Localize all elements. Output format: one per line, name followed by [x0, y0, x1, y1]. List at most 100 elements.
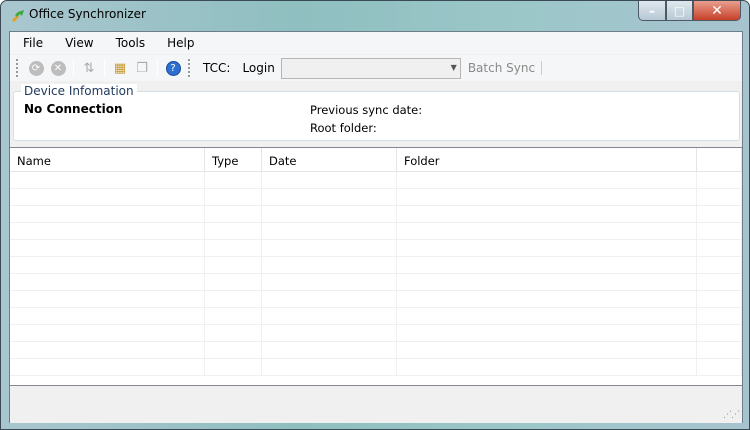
empty-row — [10, 308, 742, 325]
empty-cell — [397, 223, 697, 239]
minimize-button[interactable]: – — [638, 1, 666, 21]
empty-cell — [262, 240, 397, 256]
empty-cell — [697, 240, 742, 256]
menu-file[interactable]: File — [23, 32, 43, 54]
empty-cell — [10, 274, 205, 290]
empty-cell — [10, 359, 205, 375]
group-label: Device Infomation — [21, 84, 137, 98]
properties-icon: ▦ — [113, 60, 127, 76]
empty-cell — [397, 308, 697, 324]
empty-cell — [205, 189, 262, 205]
empty-cell — [697, 359, 742, 375]
empty-cell — [10, 257, 205, 273]
empty-cell — [205, 223, 262, 239]
empty-cell — [10, 206, 205, 222]
empty-cell — [397, 274, 697, 290]
column-folder[interactable]: Folder — [397, 148, 697, 171]
chevron-down-icon: ▼ — [450, 62, 457, 72]
empty-row — [10, 342, 742, 359]
cancel-icon: ✕ — [50, 60, 66, 76]
app-icon — [12, 10, 24, 22]
window-frame: Office Synchronizer – □ ✕ File View Tool… — [0, 0, 750, 430]
empty-cell — [697, 189, 742, 205]
toolbar-grip[interactable] — [16, 59, 19, 77]
empty-cell — [10, 325, 205, 341]
login-combo[interactable]: ▼ — [280, 57, 461, 79]
toolbar-grip[interactable] — [188, 59, 191, 77]
copy-button[interactable]: ❐ — [132, 58, 152, 78]
connection-status: No Connection — [24, 102, 123, 116]
empty-row — [10, 240, 742, 257]
empty-cell — [397, 240, 697, 256]
root-folder-label: Root folder: — [310, 121, 377, 135]
empty-cell — [697, 342, 742, 358]
help-button[interactable]: ? — [163, 58, 183, 78]
separator — [73, 59, 74, 77]
empty-cell — [205, 172, 262, 188]
menu-tools[interactable]: Tools — [116, 32, 146, 54]
empty-row — [10, 274, 742, 291]
empty-cell — [262, 359, 397, 375]
empty-cell — [262, 342, 397, 358]
empty-cell — [262, 206, 397, 222]
empty-cell — [205, 206, 262, 222]
empty-cell — [10, 172, 205, 188]
menu-view[interactable]: View — [65, 32, 93, 54]
empty-cell — [397, 257, 697, 273]
batch-sync-button[interactable]: Batch Sync — [468, 61, 543, 75]
empty-cell — [262, 291, 397, 307]
empty-cell — [697, 274, 742, 290]
file-list[interactable]: Name Type Date Folder — [10, 147, 742, 386]
empty-row — [10, 206, 742, 223]
empty-row — [10, 189, 742, 206]
empty-cell — [697, 172, 742, 188]
connect-button[interactable]: ⟳ — [26, 58, 46, 78]
empty-cell — [697, 206, 742, 222]
empty-cell — [10, 308, 205, 324]
empty-cell — [262, 308, 397, 324]
maximize-button[interactable]: □ — [666, 1, 693, 21]
empty-cell — [262, 274, 397, 290]
empty-cell — [10, 189, 205, 205]
empty-cell — [205, 257, 262, 273]
empty-cell — [397, 172, 697, 188]
sync-icon: ⇅ — [83, 60, 95, 76]
empty-cell — [262, 223, 397, 239]
resize-grip-icon[interactable]: ⋰⋰ — [723, 410, 740, 420]
disconnect-button[interactable]: ✕ — [48, 58, 68, 78]
empty-cell — [205, 291, 262, 307]
empty-cell — [397, 291, 697, 307]
empty-cell — [205, 359, 262, 375]
help-icon: ? — [165, 60, 181, 76]
empty-row — [10, 172, 742, 189]
separator — [104, 59, 105, 77]
empty-row — [10, 291, 742, 308]
column-date[interactable]: Date — [262, 148, 397, 171]
connect-icon: ⟳ — [28, 60, 44, 76]
login-button[interactable]: Login — [242, 61, 274, 75]
column-name[interactable]: Name — [10, 148, 205, 171]
empty-cell — [205, 274, 262, 290]
column-type[interactable]: Type — [205, 148, 262, 171]
empty-cell — [697, 257, 742, 273]
empty-cell — [397, 325, 697, 341]
properties-button[interactable]: ▦ — [110, 58, 130, 78]
tcc-label: TCC: — [203, 61, 231, 75]
empty-row — [10, 325, 742, 342]
sync-button[interactable]: ⇅ — [79, 58, 99, 78]
empty-cell — [262, 257, 397, 273]
list-body — [10, 172, 742, 376]
empty-cell — [205, 240, 262, 256]
menu-help[interactable]: Help — [167, 32, 194, 54]
empty-cell — [10, 223, 205, 239]
empty-cell — [10, 342, 205, 358]
close-button[interactable]: ✕ — [693, 1, 741, 21]
toolbar: ⟳ ✕ ⇅ ▦ ❐ ? TCC: Login ▼ Batch Sync — [10, 55, 742, 81]
empty-cell — [10, 291, 205, 307]
empty-cell — [397, 342, 697, 358]
empty-cell — [397, 206, 697, 222]
empty-cell — [397, 359, 697, 375]
empty-cell — [697, 291, 742, 307]
empty-cell — [397, 189, 697, 205]
empty-cell — [205, 342, 262, 358]
